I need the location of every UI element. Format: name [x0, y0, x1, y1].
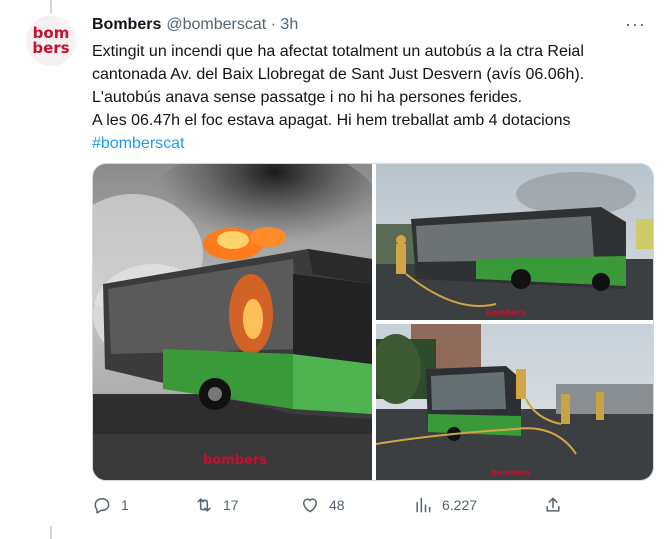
thread-line-top [50, 0, 52, 14]
photo-firefighters[interactable]: bombers [376, 324, 653, 480]
tweet-text-line: Extingit un incendi que ha afectat total… [92, 43, 584, 60]
avatar[interactable]: bom bers [26, 16, 76, 66]
tweet-actions: 1 17 48 6.227 [92, 492, 652, 518]
retweet-button[interactable]: 17 [194, 492, 239, 518]
tweet-text-line: L'autobús anava sense passatge i no hi h… [92, 89, 523, 106]
thread-line-bottom [50, 526, 52, 539]
tweet-text-line: A les 06.47h el foc estava apagat. Hi he… [92, 112, 571, 129]
media-grid: bombers bombers bombers [92, 163, 654, 481]
reply-button[interactable]: 1 [92, 492, 129, 518]
like-button[interactable]: 48 [300, 492, 345, 518]
share-icon [546, 497, 560, 512]
photo-watermark: bombers [486, 308, 526, 317]
views-count: 6.227 [442, 497, 478, 513]
tweet-header: Bombers @bomberscat · 3h [92, 14, 298, 36]
heart-icon [303, 498, 317, 513]
avatar-text-bottom: bers [32, 39, 70, 57]
hashtag-link[interactable]: #bomberscat [92, 132, 652, 155]
like-count: 48 [329, 497, 345, 513]
photo-burnt-bus[interactable]: bombers [376, 164, 653, 320]
views-icon [416, 497, 431, 513]
photo-watermark: bombers [203, 453, 267, 468]
reply-icon [94, 498, 110, 514]
share-button[interactable] [543, 492, 563, 518]
tweet-text-line: cantonada Av. del Baix Llobregat de Sant… [92, 66, 585, 83]
views-button[interactable]: 6.227 [413, 492, 477, 518]
retweet-icon [197, 498, 211, 512]
tweet-text: Extingit un incendi que ha afectat total… [92, 40, 652, 155]
retweet-count: 17 [223, 497, 239, 513]
author-handle-time[interactable]: @bomberscat · 3h [166, 16, 298, 34]
more-icon[interactable]: ··· [625, 14, 646, 35]
photo-burning-bus[interactable]: bombers [93, 164, 372, 480]
author-name[interactable]: Bombers [92, 16, 161, 34]
photo-watermark: bombers [491, 468, 531, 477]
reply-count: 1 [121, 497, 129, 513]
